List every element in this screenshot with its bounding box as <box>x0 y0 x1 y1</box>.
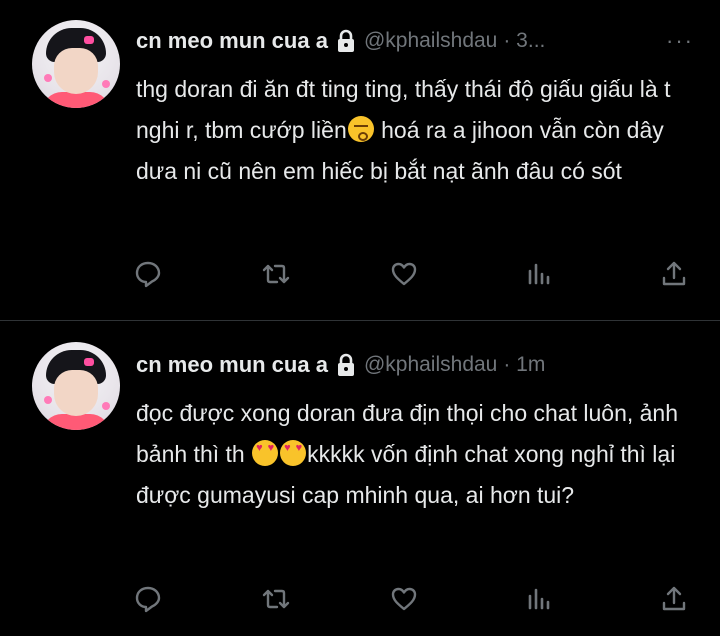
analytics-icon[interactable] <box>522 583 554 615</box>
retweet-icon[interactable] <box>260 583 292 615</box>
tweet-2[interactable]: cn meo mun cua a @kphailshdau · 1m đọc đ… <box>0 321 720 636</box>
handle[interactable]: @kphailshdau <box>364 353 497 377</box>
tweet-text: đọc được xong doran đưa địn thọi cho cha… <box>136 393 706 516</box>
tweet-actions <box>132 583 692 615</box>
avatar[interactable] <box>32 20 120 108</box>
lock-icon <box>337 29 354 52</box>
tweet-header: cn meo mun cua a @kphailshdau · 3... <box>136 26 545 56</box>
analytics-icon[interactable] <box>522 258 554 290</box>
like-icon[interactable] <box>388 258 420 290</box>
tweet-text: thg doran đi ăn đt ting ting, thấy thái … <box>136 69 706 192</box>
avatar[interactable] <box>32 342 120 430</box>
display-name[interactable]: cn meo mun cua a <box>136 352 328 378</box>
display-name[interactable]: cn meo mun cua a <box>136 28 328 54</box>
handle[interactable]: @kphailshdau <box>364 29 497 53</box>
share-icon[interactable] <box>658 258 690 290</box>
reply-icon[interactable] <box>132 258 164 290</box>
tweet-actions <box>132 258 692 290</box>
reply-icon[interactable] <box>132 583 164 615</box>
lock-icon <box>337 353 354 376</box>
more-icon[interactable]: ··· <box>666 28 694 54</box>
tweet-1[interactable]: cn meo mun cua a @kphailshdau · 3... ···… <box>0 0 720 320</box>
share-icon[interactable] <box>658 583 690 615</box>
timestamp[interactable]: · 3... <box>503 29 545 53</box>
tweet-header: cn meo mun cua a @kphailshdau · 1m <box>136 350 545 380</box>
like-icon[interactable] <box>388 583 420 615</box>
smiling-face-with-heart-eyes-emoji <box>252 440 279 466</box>
smiling-face-with-heart-eyes-emoji <box>280 440 307 466</box>
timestamp[interactable]: · 1m <box>503 353 545 377</box>
retweet-icon[interactable] <box>260 258 292 290</box>
kissing-face-emoji <box>347 116 374 142</box>
